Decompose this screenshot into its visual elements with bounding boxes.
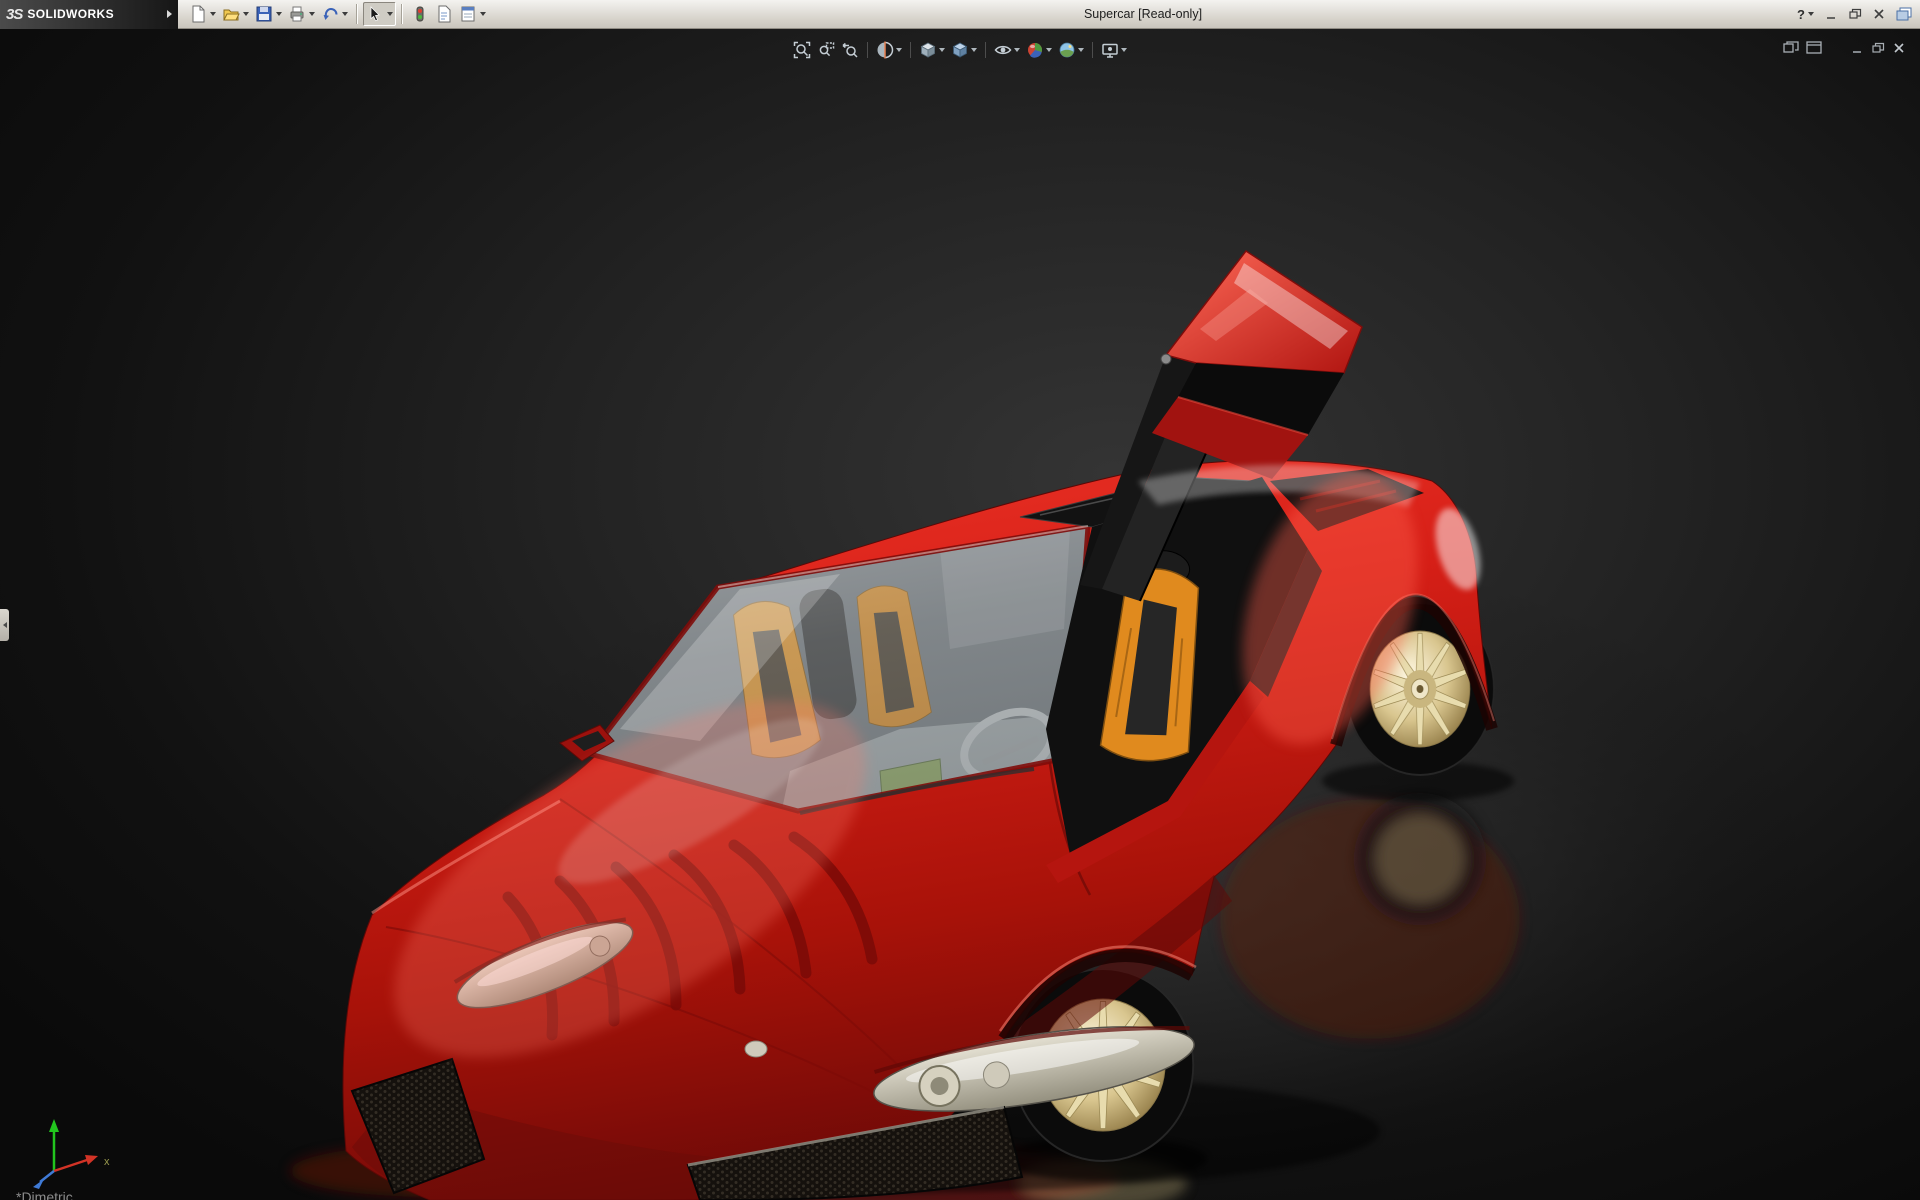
options-button[interactable]	[456, 2, 489, 26]
y-axis-arrow	[49, 1119, 59, 1132]
chevron-down-icon	[971, 48, 977, 52]
chevron-down-icon	[1046, 48, 1052, 52]
file-properties-button[interactable]	[432, 2, 456, 26]
section-view-icon	[876, 41, 894, 59]
edit-appearance-button[interactable]	[1024, 39, 1054, 61]
new-button[interactable]	[186, 2, 219, 26]
apply-scene-button[interactable]	[1056, 39, 1086, 61]
help-button[interactable]: ?	[1797, 7, 1814, 22]
display-style-icon	[951, 41, 969, 59]
previous-view-button[interactable]	[839, 39, 861, 61]
eye-icon	[994, 41, 1012, 59]
window-controls: ?	[1797, 0, 1920, 29]
menu-expand-arrow[interactable]	[167, 10, 172, 18]
toolbar-separator	[356, 4, 358, 24]
chevron-down-icon	[387, 12, 393, 16]
undo-arrow-icon	[321, 5, 339, 23]
main-toolbar	[178, 0, 489, 29]
file-properties-icon	[435, 5, 453, 23]
chevron-down-icon	[243, 12, 249, 16]
undo-button[interactable]	[318, 2, 351, 26]
document-title: Supercar [Read-only]	[1084, 0, 1202, 29]
door-hinge	[1161, 354, 1171, 364]
document-minimize-button[interactable]	[1850, 42, 1864, 54]
open-folder-icon	[222, 5, 240, 23]
previous-view-icon	[841, 41, 859, 59]
dassault-logo-mark: 3S	[6, 6, 22, 23]
rebuild-traffic-light-icon	[411, 5, 429, 23]
zoom-to-area-button[interactable]	[815, 39, 837, 61]
headsup-separator	[1092, 42, 1093, 58]
restore-button[interactable]	[1848, 8, 1862, 20]
zoom-to-fit-button[interactable]	[791, 39, 813, 61]
open-button[interactable]	[219, 2, 252, 26]
headsup-view-toolbar	[791, 39, 1129, 61]
chevron-down-icon	[939, 48, 945, 52]
view-orientation-cube-icon	[919, 41, 937, 59]
display-style-button[interactable]	[949, 39, 979, 61]
chevron-down-icon	[309, 12, 315, 16]
zoom-to-fit-icon	[793, 41, 811, 59]
x-axis-label: x	[104, 1156, 110, 1168]
toolbar-separator	[401, 4, 403, 24]
chevron-down-icon	[210, 12, 216, 16]
chevron-down-icon	[276, 12, 282, 16]
printer-icon	[288, 5, 306, 23]
scene-sphere-icon	[1058, 41, 1076, 59]
chevron-left-icon	[3, 622, 7, 628]
view-settings-button[interactable]	[1099, 39, 1129, 61]
chevron-down-icon	[480, 12, 486, 16]
select-cursor-icon	[366, 5, 384, 23]
brand-name: SOLIDWORKS	[27, 7, 114, 21]
section-view-button[interactable]	[874, 39, 904, 61]
door-panel[interactable]	[1166, 251, 1362, 373]
document-window-controls	[1783, 41, 1906, 54]
new-document-icon	[189, 5, 207, 23]
x-axis-arrow	[85, 1155, 98, 1165]
help-label: ?	[1797, 7, 1805, 22]
chevron-down-icon	[1808, 12, 1814, 16]
cascade-windows-button[interactable]	[1806, 41, 1822, 54]
z-axis-arrow	[33, 1179, 44, 1189]
graphics-area[interactable]: x *Dimetric	[0, 29, 1920, 1200]
rebuild-button[interactable]	[408, 2, 432, 26]
zoom-to-area-icon	[817, 41, 835, 59]
view-orientation-button[interactable]	[917, 39, 947, 61]
hood-badge	[745, 1041, 767, 1057]
headsup-separator	[910, 42, 911, 58]
close-button[interactable]	[1872, 8, 1886, 20]
appearance-ball-icon	[1026, 41, 1044, 59]
select-button[interactable]	[363, 2, 396, 26]
chevron-down-icon	[1078, 48, 1084, 52]
new-window-button[interactable]	[1783, 41, 1799, 54]
chevron-down-icon	[896, 48, 902, 52]
hide-show-items-button[interactable]	[992, 39, 1022, 61]
chevron-down-icon	[1121, 48, 1127, 52]
reference-triad: x	[14, 1095, 124, 1195]
minimize-button[interactable]	[1824, 8, 1838, 20]
supercar-model[interactable]	[0, 29, 1920, 1200]
headsup-separator	[867, 42, 868, 58]
save-floppy-icon	[255, 5, 273, 23]
headsup-separator	[985, 42, 986, 58]
featuremanager-collapse-tab[interactable]	[0, 609, 9, 641]
document-restore-button[interactable]	[1871, 42, 1885, 54]
title-bar: 3S SOLIDWORKS	[0, 0, 1920, 29]
view-settings-icon	[1101, 41, 1119, 59]
solidworks-logo[interactable]: 3S SOLIDWORKS	[0, 0, 178, 29]
options-form-icon	[459, 5, 477, 23]
document-close-button[interactable]	[1892, 42, 1906, 54]
taskpane-icon[interactable]	[1896, 7, 1912, 21]
view-orientation-label: *Dimetric	[16, 1189, 73, 1200]
chevron-down-icon	[1014, 48, 1020, 52]
chevron-down-icon	[342, 12, 348, 16]
save-button[interactable]	[252, 2, 285, 26]
print-button[interactable]	[285, 2, 318, 26]
